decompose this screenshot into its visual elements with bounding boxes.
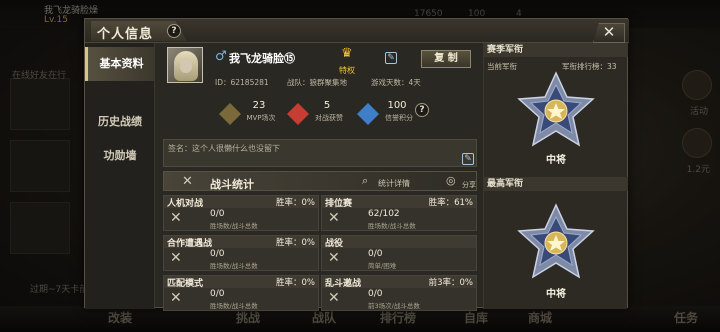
lieutenant-general-badge-icon: [517, 71, 595, 147]
mode-value: 0/0: [210, 209, 225, 219]
crown-icon[interactable]: ♛: [341, 46, 353, 61]
season-rank-title: 赛季军衔: [484, 43, 628, 57]
mode-stat-card[interactable]: 人机对战 胜率：0% ✕ 0/0 胜场数/战斗总数: [163, 195, 319, 231]
nav-item-history[interactable]: 历史战绩: [85, 105, 155, 139]
mode-sub-label: 胜场数/战斗总数: [210, 222, 258, 230]
copy-id-button[interactable]: 复 制: [421, 50, 471, 68]
star-icon: [357, 103, 379, 125]
crossed-guns-icon: ✕: [328, 250, 340, 266]
dialog-title: 个人信息: [97, 27, 154, 42]
credit-label: 信誉积分: [385, 114, 413, 122]
dialog-help-button[interactable]: ?: [167, 24, 181, 38]
male-icon: ♂: [215, 49, 227, 64]
mode-name: 乱斗邀战: [325, 279, 362, 289]
mode-name-bar: [322, 236, 476, 248]
mode-stat-card[interactable]: 排位赛 胜率：61% ✕ 62/102 胜场数/战斗总数: [321, 195, 477, 231]
mode-name: 排位赛: [325, 199, 353, 209]
crossed-guns-icon: ✕: [170, 290, 182, 306]
close-button[interactable]: ✕: [593, 23, 625, 43]
mode-stat-card[interactable]: 合作遭遇战 胜率：0% ✕ 0/0 胜场数/战斗总数: [163, 235, 319, 271]
privilege-label[interactable]: 特权: [339, 65, 355, 76]
mode-name: 匹配模式: [167, 279, 204, 289]
best-rank-title: 最高军衔: [484, 177, 628, 191]
mode-value: 62/102: [368, 209, 400, 219]
stats-detail-icon[interactable]: ⌕: [362, 174, 368, 188]
mode-winrate: 前3率：0%: [428, 278, 473, 288]
likes-count: 5: [323, 100, 331, 111]
mode-value: 0/0: [210, 249, 225, 259]
mode-winrate: 胜率：0%: [276, 198, 315, 208]
avatar[interactable]: [167, 47, 203, 83]
nav-item-basic-info[interactable]: 基本资料: [85, 47, 155, 81]
dialog-header: 个人信息 ? ✕: [85, 19, 629, 43]
season-rank-panel: 赛季军衔 当前军衔 军衔排行榜：33 中将 最高军衔 中将: [483, 43, 628, 309]
mode-stat-card[interactable]: 战役 ✕ 0/0 简单/困难: [321, 235, 477, 271]
credit-help-button[interactable]: ?: [415, 103, 429, 117]
mode-name: 战役: [325, 239, 344, 249]
play-days: 游戏天数：4天: [371, 78, 421, 87]
mode-winrate: 胜率：61%: [428, 198, 473, 208]
current-rank-label: 当前军衔: [487, 62, 517, 71]
mode-value: 0/0: [368, 289, 383, 299]
signature-text: 签名：这个人很懒什么也没留下: [168, 144, 280, 153]
crossed-guns-icon: ✕: [170, 250, 182, 266]
nav-item-merit-wall[interactable]: 功勋墙: [85, 139, 155, 173]
crossed-guns-icon: ✕: [328, 290, 340, 306]
personal-info-dialog: 个人信息 ? ✕ 基本资料 历史战绩 功勋墙 ♂ 我飞龙骑脸⑮ ♛ 特权 ✎ 复…: [84, 18, 629, 311]
edit-name-icon[interactable]: ✎: [385, 52, 397, 64]
share-button[interactable]: 分享: [462, 180, 476, 190]
edit-signature-icon[interactable]: ✎: [462, 153, 474, 165]
mode-sub-label: 前3场次/战斗总数: [368, 302, 420, 310]
heart-icon: [287, 103, 309, 125]
mode-stat-card[interactable]: 乱斗邀战 前3率：0% ✕ 0/0 前3场次/战斗总数: [321, 275, 477, 311]
signature-box[interactable]: 签名：这个人很懒什么也没留下 ✎: [163, 139, 477, 167]
basic-info-panel: ♂ 我飞龙骑脸⑮ ♛ 特权 ✎ 复 制 ID：62185281 战队：狼群聚集地…: [157, 43, 483, 311]
crossed-guns-icon: ✕: [328, 210, 340, 226]
mode-sub-label: 胜场数/战斗总数: [210, 262, 258, 270]
mvp-label: MVP场次: [246, 114, 276, 122]
mode-name: 人机对战: [167, 199, 204, 209]
mode-name: 合作遭遇战: [167, 239, 213, 249]
crossed-guns-icon: ✕: [182, 174, 193, 189]
avatar-face: [180, 58, 192, 73]
stats-detail-button[interactable]: 统计详情: [378, 178, 410, 189]
battle-stats-header: ✕ 战斗统计 ⌕ 统计详情 ◎ 分享: [163, 171, 477, 191]
credit-score: 100: [387, 100, 407, 111]
crossed-guns-icon: ✕: [170, 210, 182, 226]
mode-sub-label: 简单/困难: [368, 262, 397, 270]
mvp-count: 23: [252, 100, 266, 111]
likes-label: 对战获赞: [315, 114, 343, 122]
mode-stat-card[interactable]: 匹配模式 胜率：0% ✕ 0/0 胜场数/战斗总数: [163, 275, 319, 311]
likes-stat: 5 对战获赞: [287, 99, 367, 139]
mode-value: 0/0: [368, 249, 383, 259]
dialog-nav: 基本资料 历史战绩 功勋墙: [85, 43, 155, 309]
current-rank-name: 中将: [546, 155, 566, 166]
battle-stats-title: 战斗统计: [210, 178, 254, 191]
share-icon[interactable]: ◎: [446, 174, 456, 187]
mode-winrate: 胜率：0%: [276, 238, 315, 248]
player-id: ID：62185281: [215, 78, 269, 87]
mvp-icon: [219, 103, 241, 125]
mode-winrate: 胜率：0%: [276, 278, 315, 288]
mode-sub-label: 胜场数/战斗总数: [210, 302, 258, 310]
player-team: 战队：狼群聚集地: [287, 78, 347, 87]
player-name: 我飞龙骑脸⑮: [229, 52, 295, 65]
best-rank-name: 中将: [546, 289, 566, 300]
mode-value: 0/0: [210, 289, 225, 299]
mode-sub-label: 胜场数/战斗总数: [368, 222, 416, 230]
lieutenant-general-badge-icon: [517, 203, 595, 279]
